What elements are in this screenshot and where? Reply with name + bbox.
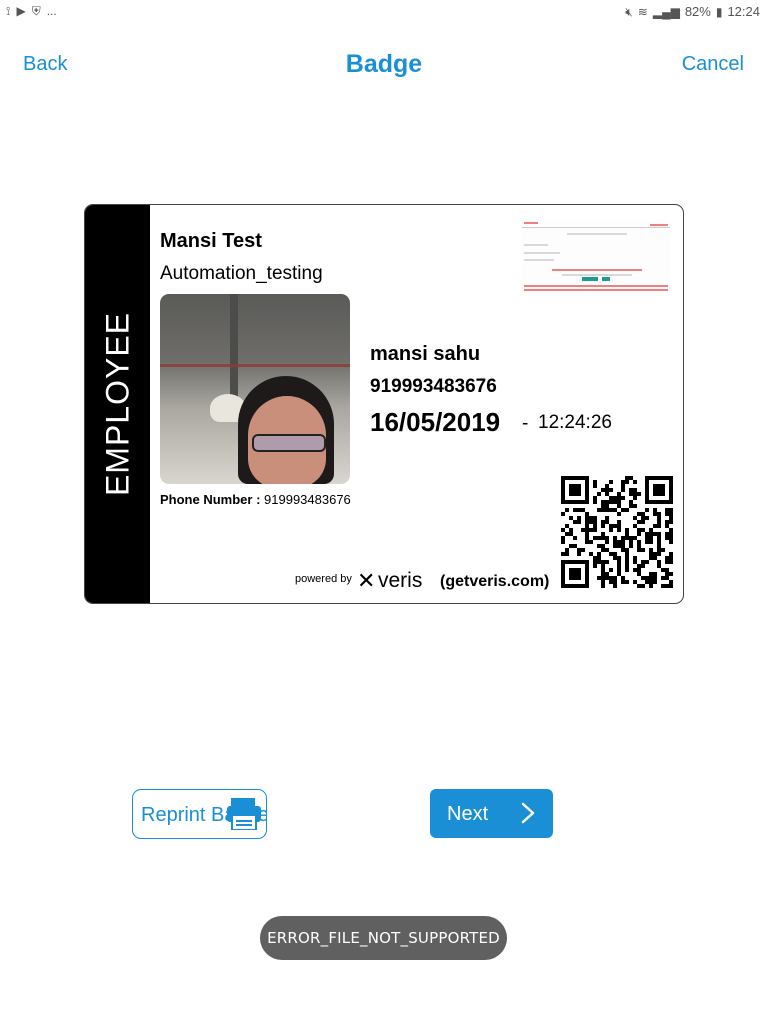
host-department: Automation_testing	[160, 263, 323, 284]
shield-icon: ⛨	[31, 4, 41, 18]
badge-card: EMPLOYEE Mansi Test Automation_testing P…	[84, 204, 684, 604]
visit-date: 16/05/2019	[370, 407, 501, 437]
date-time-separator: -	[522, 413, 529, 434]
page-title: Badge	[345, 50, 423, 78]
more-indicator: ...	[46, 4, 57, 18]
cancel-button[interactable]: Cancel	[682, 53, 744, 76]
status-right: 🔇︎ ≋ ▂▄▆ 82% ▮ 12:24	[625, 4, 760, 19]
printer-icon	[227, 798, 261, 830]
qr-code	[561, 476, 673, 588]
toast-message: ERROR_FILE_NOT_SUPPORTED	[267, 929, 500, 947]
phone-value: 919993483676	[264, 492, 351, 507]
next-label: Next	[447, 803, 489, 825]
veris-brand: veris	[378, 569, 423, 592]
battery-level: 82%	[684, 4, 711, 19]
visitor-photo	[160, 294, 350, 484]
visitor-name: mansi sahu	[370, 343, 481, 365]
powered-by-label: powered by	[295, 573, 352, 585]
clock: 12:24	[727, 4, 760, 19]
status-bar: ⟟ ▶ ⛨ ... 🔇︎ ≋ ▂▄▆ 82% ▮ 12:24	[0, 0, 768, 26]
cast-icon: ⟟	[6, 4, 11, 18]
signal-icon: ▂▄▆	[652, 4, 680, 19]
status-left: ⟟ ▶ ⛨ ...	[6, 4, 57, 18]
next-button[interactable]: Next	[430, 789, 553, 838]
veris-logo-icon: ✕	[357, 568, 375, 593]
mute-icon: 🔇︎	[625, 4, 633, 19]
chevron-right-icon	[521, 802, 535, 824]
reprint-badge-button[interactable]: Reprint Badge	[132, 789, 267, 839]
error-toast: ERROR_FILE_NOT_SUPPORTED	[260, 916, 507, 960]
wifi-icon: ≋	[637, 4, 648, 19]
visitor-phone: 919993483676	[370, 376, 497, 397]
website-label: (getveris.com)	[440, 573, 550, 590]
host-name: Mansi Test	[160, 230, 262, 252]
badge-category-strip: EMPLOYEE	[85, 205, 150, 603]
badge-category: EMPLOYEE	[99, 311, 135, 497]
document-thumbnail	[522, 219, 670, 293]
battery-icon: ▮	[715, 4, 723, 19]
phone-label: Phone Number :	[160, 492, 261, 507]
visit-time: 12:24:26	[538, 412, 612, 433]
phone-row: Phone Number : 919993483676	[160, 492, 351, 507]
play-store-icon: ▶	[16, 4, 26, 18]
